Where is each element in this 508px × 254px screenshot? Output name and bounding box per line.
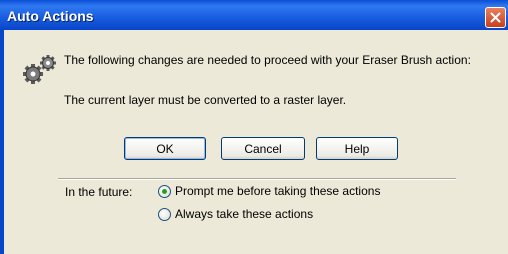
radio-selected-dot (162, 188, 167, 194)
radio-prompt-label: Prompt me before taking these actions (175, 184, 381, 198)
help-button[interactable]: Help (316, 137, 398, 160)
future-label: In the future: (65, 185, 133, 199)
close-icon (490, 12, 501, 23)
ok-button[interactable]: OK (124, 137, 206, 160)
radio-button-selected[interactable] (158, 184, 171, 198)
close-button[interactable] (485, 7, 506, 28)
radio-button-unselected[interactable] (158, 207, 171, 221)
separator (58, 178, 456, 180)
auto-actions-dialog: Auto Actions The following changes are n… (0, 0, 508, 254)
message-line-2: The current layer must be converted to a… (64, 93, 347, 107)
cancel-button[interactable]: Cancel (221, 137, 305, 160)
radio-always-option[interactable]: Always take these actions (158, 207, 313, 221)
message-line-1: The following changes are needed to proc… (64, 53, 471, 67)
title-bar[interactable]: Auto Actions (0, 0, 508, 30)
gears-icon (23, 55, 56, 84)
radio-prompt-option[interactable]: Prompt me before taking these actions (158, 184, 380, 198)
window-title: Auto Actions (7, 8, 94, 24)
radio-always-label: Always take these actions (175, 207, 314, 221)
